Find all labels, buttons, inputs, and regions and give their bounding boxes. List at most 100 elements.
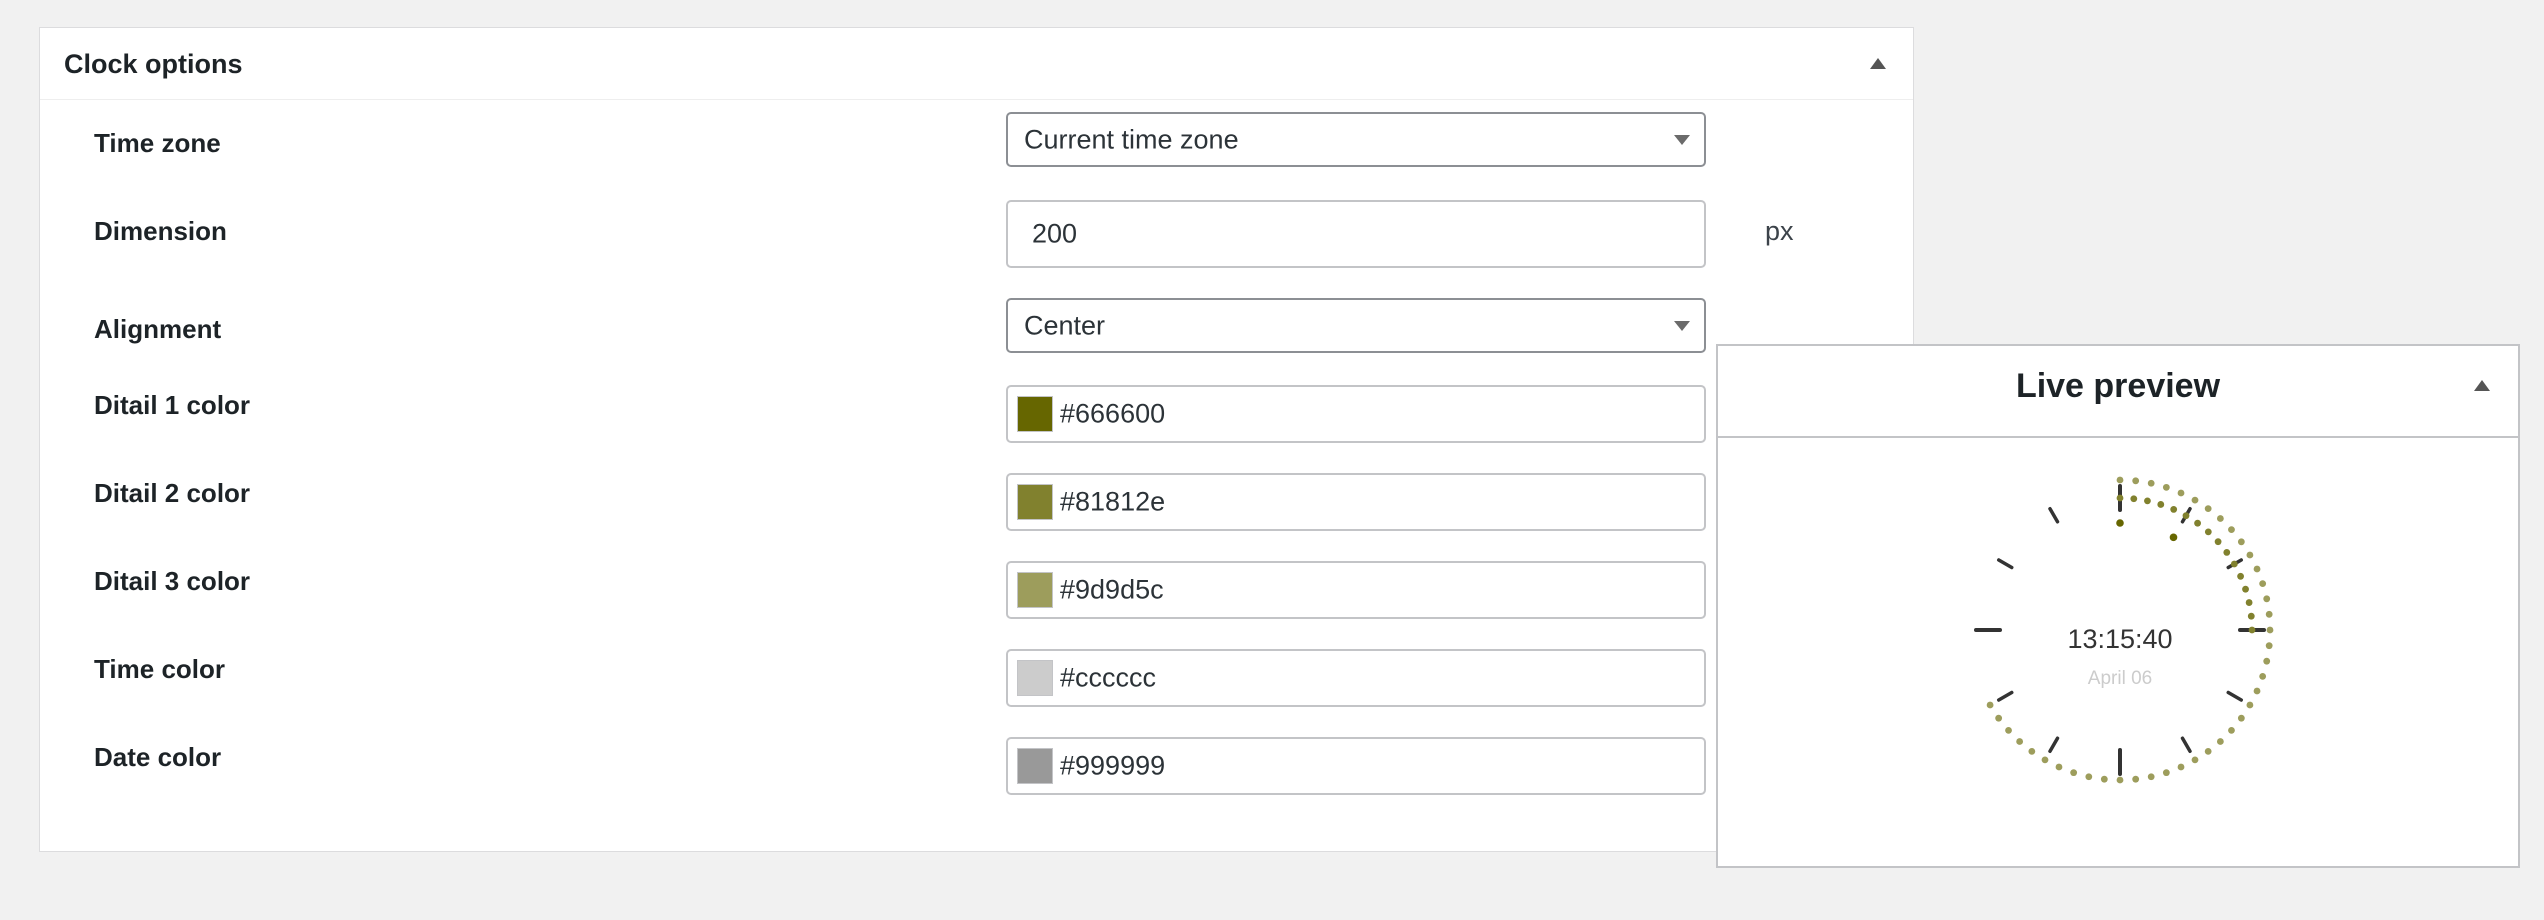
clock-second-dot <box>2028 747 2036 755</box>
clock-minute-dot <box>2182 512 2190 520</box>
clock-hour-tick <box>1997 558 2014 570</box>
clock-second-dot <box>2191 496 2199 504</box>
clock-second-dot <box>2016 738 2024 745</box>
clock-second-dot <box>2246 701 2254 709</box>
panel-header[interactable]: Clock options <box>40 28 1913 100</box>
dimension-label: Dimension <box>94 216 227 246</box>
time-color-field[interactable]: #cccccc <box>1006 649 1706 707</box>
detail2-color-field[interactable]: #81812e <box>1006 473 1706 531</box>
clock-second-dot <box>2191 756 2199 764</box>
clock-second-dot <box>2259 672 2267 680</box>
clock-second-dot <box>2237 538 2245 546</box>
clock-minute-dot <box>2130 495 2138 503</box>
clock-second-dot <box>2263 595 2271 603</box>
clock-hour-tick <box>2226 690 2243 702</box>
clock-minute-dot <box>2194 519 2201 527</box>
time-color-swatch[interactable] <box>1017 660 1053 696</box>
timezone-label: Time zone <box>94 128 221 158</box>
clock-minutes-dots <box>2116 494 2256 634</box>
clock-hour-dot <box>2116 519 2124 527</box>
clock-minute-dot <box>2170 506 2178 513</box>
dimension-value: 200 <box>1032 218 1078 249</box>
clock-minute-dot <box>2247 612 2255 620</box>
clock-minute-dot <box>2230 560 2238 568</box>
clock-second-dot <box>2116 776 2124 784</box>
clock-minute-dot <box>2242 585 2249 593</box>
detail3-color-value: #9d9d5c <box>1060 574 1164 605</box>
clock-second-dot <box>2116 476 2124 484</box>
clock-second-dot <box>2265 610 2273 618</box>
detail2-color-swatch[interactable] <box>1017 484 1053 520</box>
clock-time: 13:15:40 <box>2067 624 2172 654</box>
clock-hour-tick <box>1997 690 2014 702</box>
clock-second-dot <box>2263 657 2271 665</box>
clock-minute-dot <box>2116 494 2124 502</box>
detail3-color-field[interactable]: #9d9d5c <box>1006 561 1706 619</box>
date-color-swatch[interactable] <box>1017 748 1053 784</box>
date-color-label: Date color <box>94 742 222 772</box>
clock-hour-tick <box>2048 507 2060 524</box>
date-color-value: #999999 <box>1060 750 1166 781</box>
clock-hour-tick <box>2180 736 2192 753</box>
clock-minute-dot <box>2248 626 2256 634</box>
clock-minute-dot <box>2204 528 2212 536</box>
clock-second-dot <box>2204 505 2212 513</box>
clock-date: April 06 <box>2088 668 2152 689</box>
date-color-field[interactable]: #999999 <box>1006 737 1706 795</box>
time-color-value: #cccccc <box>1060 662 1157 693</box>
clock-minute-dot <box>2245 599 2253 606</box>
detail3-color-swatch[interactable] <box>1017 572 1053 608</box>
alignment-select[interactable]: Center <box>1006 298 1706 353</box>
panel-title: Clock options <box>64 49 243 79</box>
dropdown-arrow-icon <box>1674 320 1690 331</box>
detail3-color-label: Ditail 3 color <box>94 566 251 596</box>
clock-second-dot <box>1995 714 2003 722</box>
collapse-triangle-icon[interactable] <box>1870 58 1886 69</box>
clock-second-dot <box>1986 701 1994 709</box>
detail1-color-label: Ditail 1 color <box>94 390 251 420</box>
detail2-color-label: Ditail 2 color <box>94 478 251 508</box>
alignment-value: Center <box>1024 310 1106 340</box>
dropdown-arrow-icon <box>1674 134 1690 145</box>
live-preview-panel: Live preview 13:15:40 April 06 <box>1716 344 2520 868</box>
clock-minute-dot <box>2237 572 2244 580</box>
clock-minute-dot <box>2223 549 2231 556</box>
clock-minute-dot <box>2157 501 2165 508</box>
clock-hour-dot <box>2169 533 2178 542</box>
clock-second-dot <box>2132 477 2140 485</box>
clock-second-dot <box>2162 769 2170 777</box>
clock-second-dot <box>2070 769 2078 777</box>
clock-second-dot <box>2228 526 2235 534</box>
clock-second-dot <box>2132 775 2140 783</box>
dimension-unit: px <box>1765 216 1794 246</box>
clock-hour-tick <box>2048 736 2060 753</box>
clock-second-dot <box>2147 479 2155 487</box>
clock-second-dot <box>2253 687 2261 695</box>
clock-second-dot <box>2216 738 2224 745</box>
clock-second-dot <box>2266 626 2274 634</box>
clock-second-dot <box>2005 726 2012 734</box>
clock-second-dot <box>2253 565 2261 573</box>
clock-second-dot <box>2177 763 2185 771</box>
detail1-color-swatch[interactable] <box>1017 396 1053 432</box>
clock-second-dot <box>2085 773 2093 781</box>
clock-second-dot <box>2246 551 2254 559</box>
detail1-color-field[interactable]: #666600 <box>1006 385 1706 443</box>
dimension-input[interactable]: 200 <box>1006 200 1706 268</box>
clock-second-dot <box>2237 714 2245 722</box>
detail1-color-value: #666600 <box>1060 398 1166 429</box>
clock-second-dot <box>2055 763 2063 771</box>
clock-second-dot <box>2204 747 2212 755</box>
timezone-value: Current time zone <box>1024 124 1239 154</box>
clock-second-dot <box>2265 642 2273 650</box>
timezone-select[interactable]: Current time zone <box>1006 112 1706 167</box>
detail2-color-value: #81812e <box>1060 486 1166 517</box>
clock-minute-dot <box>2144 497 2151 505</box>
clock-second-dot <box>2228 726 2235 734</box>
clock-second-dot <box>2100 775 2108 783</box>
clock-hour-dots <box>2116 519 2178 542</box>
clock-second-dot <box>2147 773 2155 781</box>
clock-second-dot <box>2162 483 2170 491</box>
clock-second-dot <box>2216 515 2224 522</box>
clock-second-dot <box>2177 489 2185 497</box>
